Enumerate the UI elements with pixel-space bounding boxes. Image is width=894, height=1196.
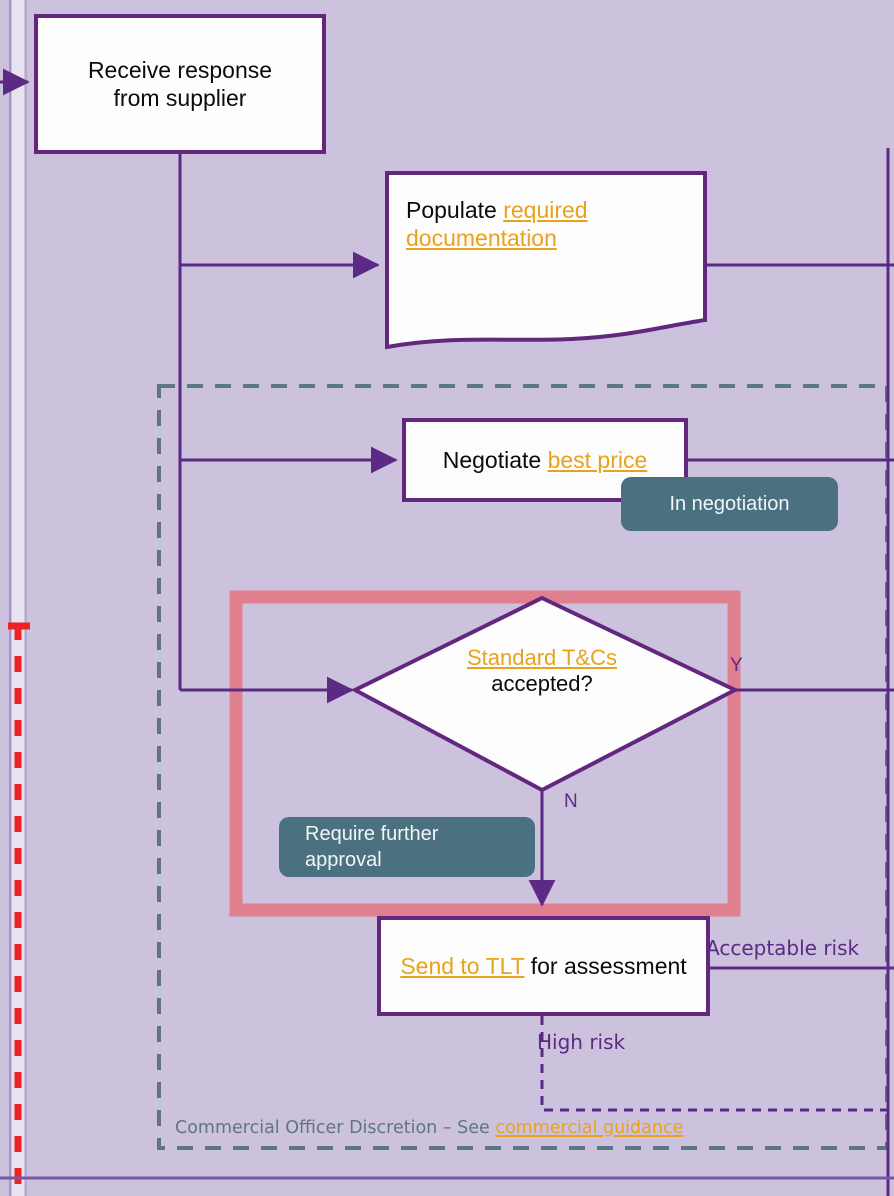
tlt-label-suffix: for assessment: [524, 952, 687, 979]
require-approval-line1: Require further: [305, 823, 439, 845]
group-caption-prefix: Commercial Officer Discretion – See: [175, 1118, 496, 1138]
negotiate-label-link[interactable]: best price: [548, 447, 648, 473]
edge-label-high-risk: High risk: [537, 1030, 626, 1054]
negotiate-label-prefix: Negotiate: [442, 446, 548, 473]
node-send-to-tlt[interactable]: Send to TLT for assessment: [377, 916, 710, 1016]
decision-label-suffix: accepted?: [491, 671, 593, 697]
node-receive-response[interactable]: Receive response from supplier: [34, 14, 326, 154]
node-populate-documentation-label: Populate required documentation: [400, 196, 692, 252]
receive-label-line1: Receive response: [87, 56, 273, 83]
node-decision-standard-tcs-label: Standard T&Cs accepted?: [392, 645, 692, 698]
group-caption-link[interactable]: commercial guidance: [495, 1118, 683, 1138]
tooltip-require-further-approval-text: Require further approval: [305, 821, 438, 873]
populate-label-prefix: Populate: [406, 197, 504, 223]
group-caption-commercial-officer-discretion: Commercial Officer Discretion – See comm…: [175, 1118, 683, 1138]
edge-label-yes: Y: [730, 655, 743, 676]
node-negotiate-best-price-label: Negotiate best price: [437, 446, 654, 474]
receive-label-line2: from supplier: [113, 85, 247, 111]
edge-label-acceptable-risk: Acceptable risk: [706, 936, 860, 960]
connector-layer: [0, 0, 894, 1196]
tlt-label-link[interactable]: Send to TLT: [400, 953, 524, 979]
node-receive-response-label: Receive response from supplier: [82, 56, 278, 112]
decision-label-link[interactable]: Standard T&Cs: [467, 645, 617, 670]
tooltip-require-further-approval: Require further approval: [279, 817, 535, 877]
tooltip-in-negotiation: In negotiation: [621, 477, 838, 531]
flowchart-canvas: Receive response from supplier Populate …: [0, 0, 894, 1196]
tooltip-in-negotiation-text: In negotiation: [669, 493, 790, 515]
node-send-to-tlt-label: Send to TLT for assessment: [394, 952, 692, 980]
node-populate-documentation[interactable]: Populate required documentation: [400, 196, 692, 304]
edge-label-no: N: [564, 791, 578, 812]
require-approval-line2: approval: [305, 849, 382, 871]
